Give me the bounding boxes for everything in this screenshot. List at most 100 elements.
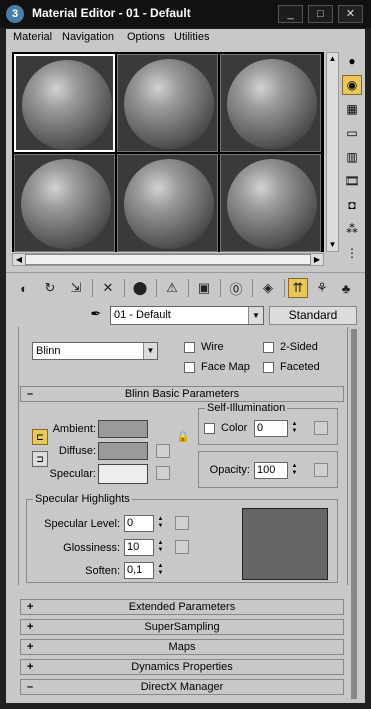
spinner-arrows-icon[interactable]: ▲ ▼ [155,516,166,531]
ambient-color-swatch[interactable] [98,420,148,438]
backlight-icon[interactable]: ◉ [342,75,362,95]
menu-material[interactable]: Material [13,31,52,43]
directx-manager-rollout[interactable]: – DirectX Manager [20,679,344,695]
sample-slot-1[interactable] [14,54,115,152]
material-effects-channel-icon[interactable]: ▣ [194,278,214,298]
checkbox-box[interactable] [263,361,274,373]
glossiness-map-button[interactable] [175,540,189,554]
get-material-icon[interactable]: ◐ [14,278,34,298]
scroll-thumb[interactable] [25,254,311,265]
specular-color-swatch[interactable] [98,464,148,484]
show-map-in-viewport-icon[interactable]: ⓪ [226,278,246,298]
maximize-button[interactable]: □ [308,5,333,23]
sample-slot-2[interactable] [117,54,218,152]
material-name-value: 01 - Default [114,309,171,321]
eyedropper-icon[interactable]: ✒ [86,306,106,324]
close-button[interactable]: ✕ [338,5,363,23]
sample-sphere [21,159,111,249]
maps-rollout[interactable]: + Maps [20,639,344,655]
sample-uv-tiling-icon[interactable]: ▭ [342,123,362,143]
chevron-down-icon[interactable]: ▼ [143,343,157,359]
app-icon: 3 [6,5,24,23]
go-to-parent-icon[interactable]: ⇈ [288,278,308,298]
shader-type-select[interactable]: Blinn ▼ [32,342,158,360]
sample-slot-3[interactable] [220,54,321,152]
soften-label: Soften: [85,565,120,577]
spinner-arrows-icon[interactable]: ▲ ▼ [155,563,166,578]
dynamics-properties-rollout[interactable]: + Dynamics Properties [20,659,344,675]
face-map-label: Face Map [201,361,250,373]
soften-spinner[interactable]: 0,1 ▲ ▼ [124,562,163,579]
checkbox-box[interactable] [263,341,274,353]
background-checker-icon[interactable]: ▦ [342,99,362,119]
checkbox-box[interactable] [204,422,215,434]
scroll-left-icon[interactable]: ◀ [13,254,25,265]
toolbar-divider [188,279,189,297]
self-illumination-map-button[interactable] [314,421,328,435]
blinn-basic-parameters-rollout[interactable]: – Blinn Basic Parameters [20,386,344,402]
opacity-spinner[interactable]: 100 ▲ ▼ [254,462,297,479]
specular-highlights-title: Specular Highlights [33,493,132,505]
specular-map-button[interactable] [156,466,170,480]
menu-options[interactable]: Options [127,31,165,43]
reset-map-icon[interactable]: ✕ [98,278,118,298]
slots-vertical-scrollbar[interactable]: ▲ ▼ [326,52,339,252]
sample-slot-5[interactable] [117,154,218,252]
self-illumination-spinner[interactable]: 0 ▲ ▼ [254,420,297,437]
self-illumination-color-checkbox[interactable]: Color [204,422,247,434]
make-unique-icon[interactable]: ⬤ [130,278,150,298]
lock-icon[interactable]: 🔒 [176,430,190,443]
diffuse-color-swatch[interactable] [98,442,148,460]
rollout-title: Extended Parameters [128,601,236,613]
scroll-right-icon[interactable]: ▶ [311,254,323,265]
show-end-result-icon[interactable]: ◈ [258,278,278,298]
sample-sphere [124,159,214,249]
pick-material-from-object-icon[interactable]: ♣ [336,278,356,298]
shader-type-value: Blinn [36,345,61,357]
diffuse-map-button[interactable] [156,444,170,458]
panel-scrollbar[interactable] [351,329,357,699]
extended-parameters-rollout[interactable]: + Extended Parameters [20,599,344,615]
sample-slot-6[interactable] [220,154,321,252]
checkbox-box[interactable] [184,341,195,353]
face-map-checkbox[interactable]: Face Map [184,361,250,373]
specular-level-label: Specular Level: [44,518,120,530]
rollout-sign: + [27,621,34,633]
put-to-library-icon[interactable]: ⚠ [162,278,182,298]
supersampling-rollout[interactable]: + SuperSampling [20,619,344,635]
material-type-button[interactable]: Standard [269,306,357,325]
sample-slot-4[interactable] [14,154,115,252]
spinner-arrows-icon[interactable]: ▲ ▼ [155,540,166,555]
material-map-navigator-icon[interactable]: ⋮ [342,243,362,263]
spinner-arrows-icon[interactable]: ▲ ▼ [289,421,300,436]
sample-sphere [227,159,317,249]
specular-level-spinner[interactable]: 0 ▲ ▼ [124,515,163,532]
video-color-check-icon[interactable]: ▥ [342,147,362,167]
scroll-up-icon[interactable]: ▲ [327,53,338,65]
material-name-field[interactable]: 01 - Default ▼ [110,306,264,325]
wire-checkbox[interactable]: Wire [184,341,224,353]
checkbox-box[interactable] [184,361,195,373]
two-sided-checkbox[interactable]: 2-Sided [263,341,318,353]
select-by-material-icon[interactable]: ⁂ [342,219,362,239]
make-preview-icon[interactable]: 🎞 [342,171,362,191]
rollout-sign: + [27,601,34,613]
minimize-button[interactable]: _ [278,5,303,23]
sample-type-icon[interactable]: ● [342,51,362,71]
toolbar-divider [92,279,93,297]
spinner-arrows-icon[interactable]: ▲ ▼ [289,463,300,478]
menu-navigation[interactable]: Navigation [62,31,114,43]
options-icon[interactable]: ◘ [342,195,362,215]
opacity-map-button[interactable] [314,463,328,477]
put-to-scene-icon[interactable]: ↻ [40,278,60,298]
go-forward-to-sibling-icon[interactable]: ⚘ [312,278,332,298]
assign-to-selection-icon[interactable]: ⇲ [66,278,86,298]
specular-level-map-button[interactable] [175,516,189,530]
faceted-checkbox[interactable]: Faceted [263,361,320,373]
chevron-down-icon[interactable]: ▼ [248,307,263,324]
menu-utilities[interactable]: Utilities [174,31,209,43]
side-toolbar: ● ◉ ▦ ▭ ▥ 🎞 ◘ ⁂ ⋮ [342,51,364,267]
slots-horizontal-scrollbar[interactable]: ◀ ▶ [12,253,324,266]
glossiness-spinner[interactable]: 10 ▲ ▼ [124,539,163,556]
scroll-down-icon[interactable]: ▼ [327,239,338,251]
